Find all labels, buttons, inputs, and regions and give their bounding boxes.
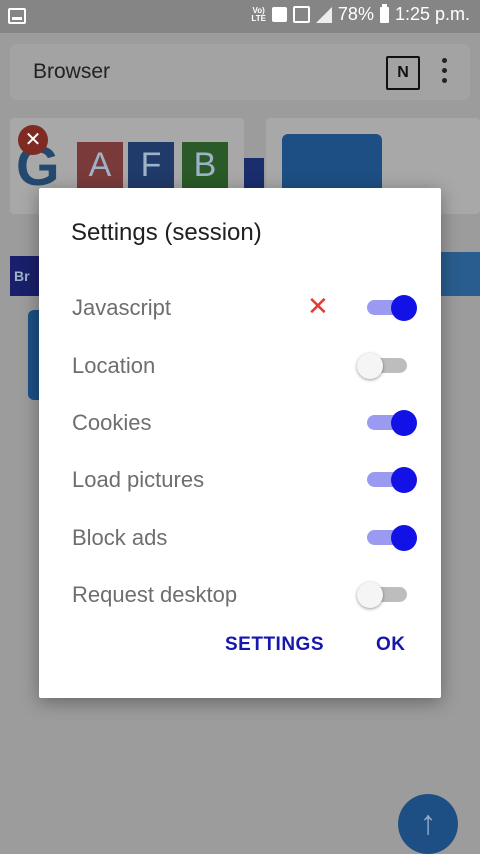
setting-label: Javascript — [72, 295, 172, 320]
status-icons: Vo) LTE 78% 1:25 p.m. — [251, 3, 470, 25]
tile-b[interactable]: B — [182, 142, 228, 188]
block-ads-toggle[interactable] — [365, 525, 417, 551]
setting-row-request-desktop[interactable]: Request desktop — [39, 574, 441, 614]
toolbar-title[interactable]: Browser — [33, 60, 110, 84]
scroll-top-button[interactable]: ↑ — [398, 794, 458, 854]
status-bar: Vo) LTE 78% 1:25 p.m. — [0, 0, 480, 33]
clear-icon[interactable]: ✕ — [307, 293, 329, 319]
volte-icon: Vo) LTE — [251, 5, 266, 23]
tile-a[interactable]: A — [77, 142, 123, 188]
battery-icon — [379, 3, 389, 23]
load-pictures-toggle[interactable] — [365, 467, 417, 493]
ok-button[interactable]: OK — [376, 634, 406, 656]
location-toggle[interactable] — [357, 353, 411, 379]
setting-row-location[interactable]: Location — [39, 345, 441, 385]
cookies-toggle[interactable] — [365, 410, 417, 436]
stripe-text: Br — [14, 268, 30, 284]
request-desktop-toggle[interactable] — [357, 582, 411, 608]
javascript-toggle[interactable] — [365, 295, 417, 321]
clock: 1:25 p.m. — [394, 4, 470, 24]
tile-f[interactable]: F — [128, 142, 174, 188]
notification-icon — [271, 7, 287, 22]
battery-percent: 78% — [337, 4, 374, 24]
setting-row-cookies[interactable]: Cookies — [39, 402, 441, 442]
setting-label: Load pictures — [72, 467, 205, 492]
browser-toolbar: Browser N — [10, 44, 470, 100]
arrow-up-icon: ↑ — [419, 804, 437, 842]
signal-icon — [315, 6, 332, 23]
setting-label: Location — [72, 353, 156, 378]
setting-label: Block ads — [72, 525, 168, 550]
stripe-bar — [440, 252, 480, 296]
overflow-menu-icon[interactable] — [442, 58, 448, 86]
sim-icon — [292, 6, 310, 23]
setting-label: Cookies — [72, 410, 152, 435]
setting-label: Request desktop — [72, 582, 238, 607]
tile-fragment — [244, 158, 264, 188]
settings-dialog: Settings (session) Javascript ✕ Location… — [39, 188, 441, 698]
settings-button[interactable]: SETTINGS — [225, 634, 324, 656]
setting-row-load-pictures[interactable]: Load pictures — [39, 459, 441, 499]
setting-row-javascript[interactable]: Javascript ✕ — [39, 287, 441, 327]
gallery-icon — [8, 8, 26, 24]
tab-switcher-button[interactable]: N — [386, 56, 420, 90]
close-icon[interactable]: ✕ — [18, 125, 48, 155]
dialog-title: Settings (session) — [71, 219, 262, 246]
setting-row-block-ads[interactable]: Block ads — [39, 517, 441, 557]
stripe-label: Br — [10, 256, 40, 296]
